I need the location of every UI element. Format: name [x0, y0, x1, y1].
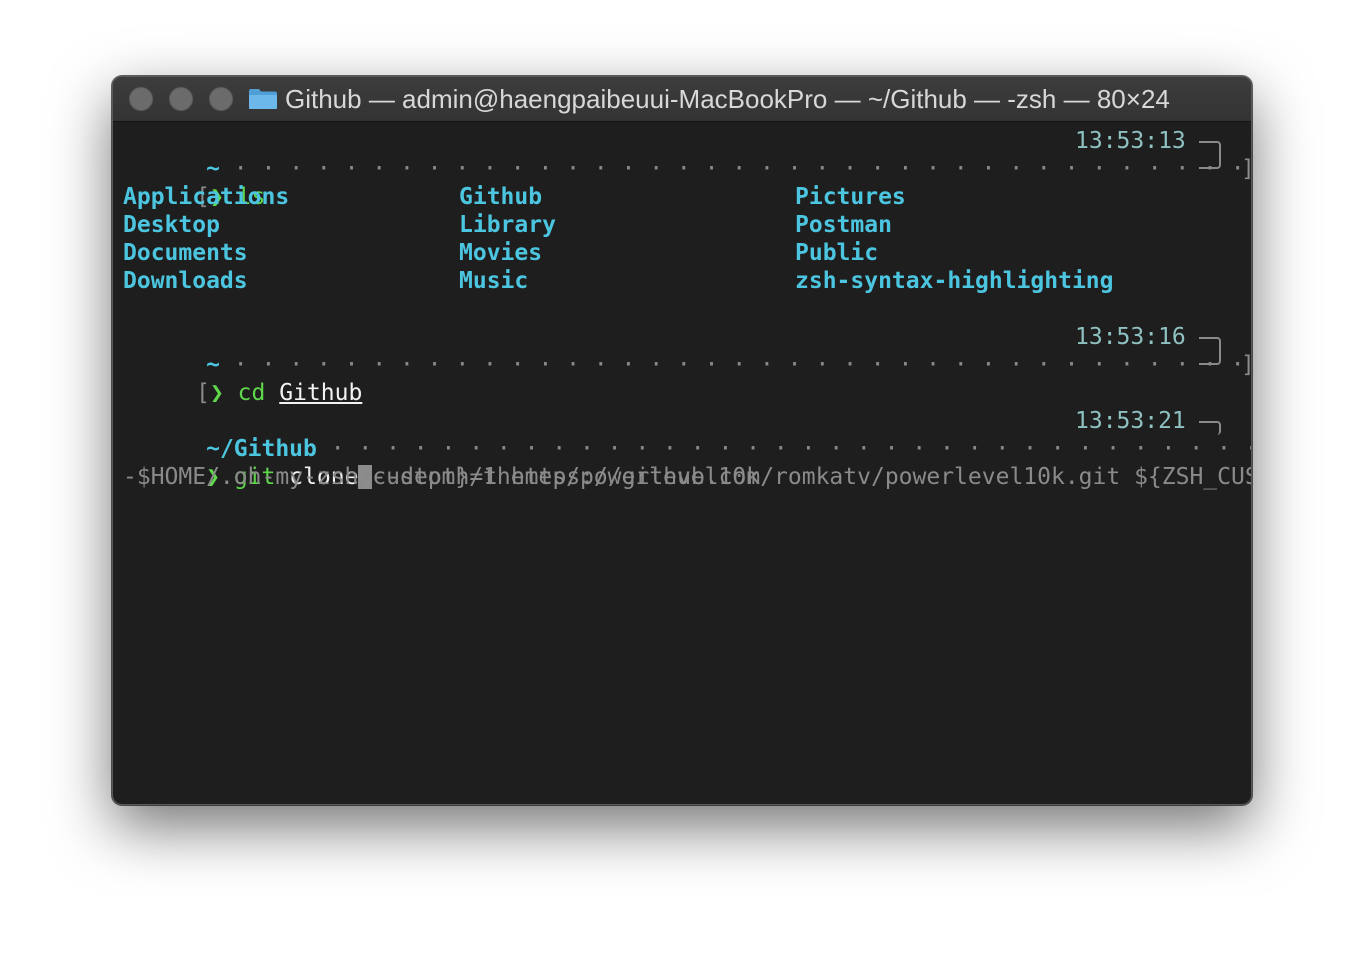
- autosuggestion-continuation: -$HOME/.oh-my-zsh/custom}/themes/powerle…: [123, 464, 760, 490]
- command-line-2: [❯ cd Github: [196, 380, 363, 406]
- folder-icon: [249, 89, 277, 109]
- list-item: Movies: [459, 240, 543, 266]
- right-bracket: ]: [1241, 155, 1251, 183]
- prompt-time-2: 13:53:16: [1075, 324, 1186, 350]
- list-item: Library: [459, 212, 556, 238]
- prompt-time-1: 13:53:13: [1075, 128, 1186, 154]
- list-item: zsh-syntax-highlighting: [795, 268, 1114, 294]
- list-item: Github: [459, 184, 543, 210]
- title-bar[interactable]: Github — admin@haengpaibeuui-MacBookPro …: [113, 77, 1251, 122]
- prompt-hook: [1199, 141, 1221, 169]
- separator-dots: · · · · · · · · · · · · · · · · · · · · …: [233, 352, 1245, 378]
- prompt-time-3: 13:53:21: [1075, 408, 1186, 434]
- window-title: Github — admin@haengpaibeuui-MacBookPro …: [285, 84, 1170, 114]
- prompt-hook: [1199, 337, 1221, 365]
- minimize-button[interactable]: [169, 87, 193, 111]
- prompt-hook: [1199, 421, 1221, 435]
- close-button[interactable]: [129, 87, 153, 111]
- list-item: Public: [795, 240, 879, 266]
- list-item: Postman: [795, 212, 892, 238]
- command-argument: Github: [279, 380, 363, 406]
- list-item: Desktop: [123, 212, 220, 238]
- list-item: Documents: [123, 240, 248, 266]
- list-item: Applications: [123, 184, 290, 210]
- list-item: Music: [459, 268, 529, 294]
- command-text: cd: [237, 380, 266, 406]
- prompt-symbol: ❯: [209, 380, 224, 406]
- list-item: Downloads: [123, 268, 248, 294]
- terminal-content[interactable]: ~ · · · · · · · · · · · · · · · · · · · …: [113, 125, 1251, 804]
- separator-dots: · · · · · · · · · · · · · · · · · · · · …: [233, 156, 1245, 182]
- command-line-3[interactable]: ❯ git clone --depth=1 https://github.com/…: [123, 435, 1251, 490]
- terminal-window: Github — admin@haengpaibeuui-MacBookPro …: [112, 76, 1252, 805]
- command-line-1: [❯ ls: [196, 184, 266, 210]
- list-item: Pictures: [795, 184, 906, 210]
- right-bracket: ]: [1241, 351, 1251, 379]
- zoom-button[interactable]: [209, 87, 233, 111]
